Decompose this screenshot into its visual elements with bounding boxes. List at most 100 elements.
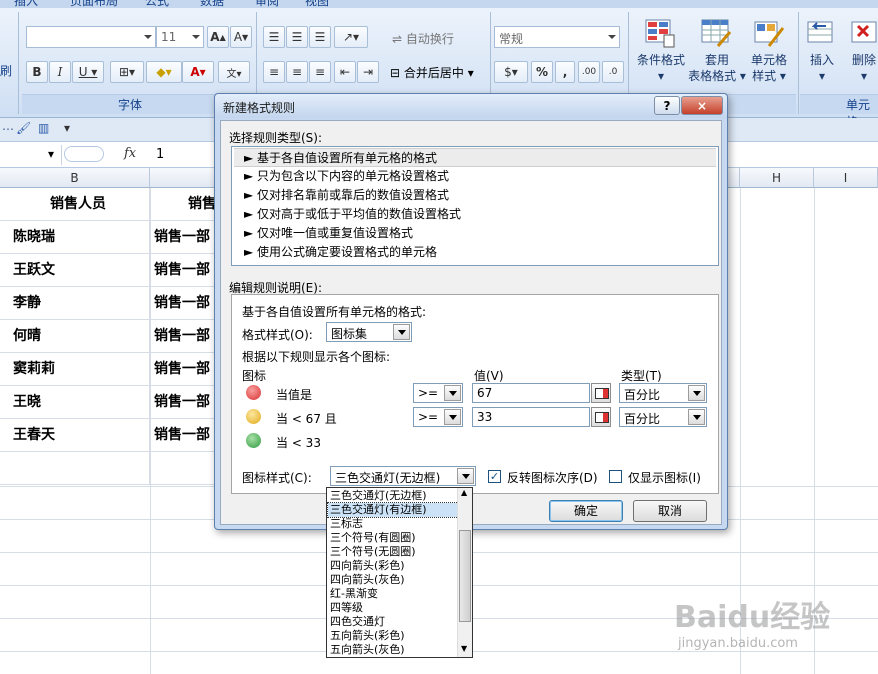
align-left-button[interactable]: ≡ — [263, 61, 285, 83]
insert-cells-button[interactable]: 插入 ▾ — [804, 52, 840, 84]
dropdown-scrollbar[interactable]: ▲ ▼ — [457, 488, 472, 657]
number-format-combo[interactable]: 常规 — [494, 26, 620, 48]
formula-value[interactable]: 1 — [156, 147, 164, 162]
rule-type-list[interactable]: ► 基于各自值设置所有单元格的格式 ► 只为包含以下内容的单元格设置格式 ► 仅… — [231, 146, 719, 266]
format-painter-label[interactable]: 刷 — [0, 62, 12, 79]
chevron-down-icon[interactable] — [393, 324, 410, 340]
decrease-decimal-button[interactable]: .0 — [602, 61, 624, 83]
dropdown-item[interactable]: 四色交通灯 — [328, 615, 458, 629]
align-bottom-button[interactable]: ☰ — [309, 26, 331, 48]
align-middle-button[interactable]: ☰ — [286, 26, 308, 48]
dialog-titlebar[interactable]: 新建格式规则 ? × — [215, 94, 727, 118]
rule-type-item[interactable]: ► 使用公式确定要设置格式的单元格 — [234, 243, 716, 262]
rule1-value-input[interactable]: 67 — [472, 383, 590, 403]
dropdown-item[interactable]: 三个符号(无圆圈) — [328, 545, 458, 559]
icon-style-dropdown-list[interactable]: 三色交通灯(无边框) 三色交通灯(有边框) 三标志 三个符号(有圆圈) 三个符号… — [326, 487, 473, 658]
font-size-combo[interactable]: 11 — [156, 26, 204, 48]
delete-cells-button[interactable]: 删除 ▾ — [846, 52, 878, 84]
icon-style-select[interactable]: 三色交通灯(无边框) — [330, 466, 476, 486]
grow-font-button[interactable]: A ▲ — [207, 26, 229, 48]
dropdown-item[interactable]: 四向箭头(彩色) — [328, 559, 458, 573]
phonetic-button[interactable]: 文▾ — [218, 61, 250, 83]
rule2-value-input[interactable]: 33 — [472, 407, 590, 427]
dropdown-item[interactable]: 三色交通灯(无边框) — [328, 489, 458, 503]
comma-button[interactable]: , — [555, 61, 575, 83]
wrap-text-button[interactable]: ⇌ 自动换行 — [392, 30, 454, 47]
orientation-button[interactable]: ↗▾ — [334, 26, 368, 48]
rule-type-item[interactable]: ► 基于各自值设置所有单元格的格式 — [234, 148, 716, 167]
rule-type-item[interactable]: ► 只为包含以下内容的单元格设置格式 — [234, 167, 716, 186]
rule-type-item[interactable]: ► 仅对唯一值或重复值设置格式 — [234, 224, 716, 243]
dropdown-item[interactable]: 四等级 — [328, 601, 458, 615]
rule2-operator-select[interactable]: >= — [413, 407, 463, 427]
rule-type-item[interactable]: ► 仅对排名靠前或靠后的数值设置格式 — [234, 186, 716, 205]
dropdown-item[interactable]: 三标志 — [328, 517, 458, 531]
chevron-down-icon[interactable] — [688, 409, 705, 425]
rule1-operator-select[interactable]: >= — [413, 383, 463, 403]
decrease-indent-button[interactable]: ⇤ — [334, 61, 356, 83]
scroll-down-icon[interactable]: ▼ — [461, 644, 467, 653]
tab-review[interactable]: 审阅 — [255, 0, 279, 8]
cancel-button[interactable]: 取消 — [633, 500, 707, 522]
ok-button[interactable]: 确定 — [549, 500, 623, 522]
table-cell-name[interactable]: 窦莉莉 — [0, 353, 150, 386]
table-format-button[interactable]: 套用 表格格式 ▾ — [686, 52, 748, 84]
customize-toolbar-icon[interactable]: ▾ — [64, 121, 70, 135]
italic-button[interactable]: I — [49, 61, 71, 83]
name-box-dropdown-icon[interactable]: ▾ — [48, 147, 54, 161]
font-family-combo[interactable] — [26, 26, 156, 48]
help-button[interactable]: ? — [654, 96, 680, 115]
table-cell-empty[interactable] — [0, 452, 150, 485]
merge-center-button[interactable]: ⊟ 合并后居中 ▾ — [390, 64, 474, 81]
chevron-down-icon[interactable] — [444, 409, 461, 425]
underline-button[interactable]: U ▾ — [72, 61, 104, 83]
accounting-button[interactable]: $▾ — [494, 61, 528, 83]
close-button[interactable]: × — [681, 96, 723, 115]
header-cell-salesperson[interactable]: 销售人员 — [0, 188, 150, 221]
name-box[interactable]: ▾ — [0, 145, 62, 165]
align-top-button[interactable]: ☰ — [263, 26, 285, 48]
chevron-down-icon[interactable] — [444, 385, 461, 401]
dropdown-item[interactable]: 三个符号(有圆圈) — [328, 531, 458, 545]
chevron-down-icon[interactable] — [457, 468, 474, 484]
table-cell-name[interactable]: 何晴 — [0, 320, 150, 353]
rule2-type-select[interactable]: 百分比 — [619, 407, 707, 427]
border-button[interactable]: ⊞▾ — [110, 61, 144, 83]
chart-icon[interactable]: ▥ — [38, 121, 49, 135]
dropdown-item[interactable]: 四向箭头(灰色) — [328, 573, 458, 587]
rule-type-item[interactable]: ► 仅对高于或低于平均值的数值设置格式 — [234, 205, 716, 224]
column-header-i[interactable]: I — [814, 168, 878, 188]
scroll-up-icon[interactable]: ▲ — [461, 488, 467, 497]
table-cell-name[interactable]: 王跃文 — [0, 254, 150, 287]
fill-color-button[interactable]: ◆▾ — [146, 61, 182, 83]
column-header-h[interactable]: H — [740, 168, 814, 188]
formula-resize-handle[interactable] — [64, 146, 104, 162]
table-cell-name[interactable]: 王春天 — [0, 419, 150, 452]
conditional-format-button[interactable]: 条件格式 ▾ — [630, 52, 692, 84]
tab-formulas[interactable]: 公式 — [145, 0, 169, 8]
reverse-order-checkbox[interactable]: ✓ — [488, 470, 501, 483]
scrollbar-thumb[interactable] — [459, 530, 471, 622]
rule1-type-select[interactable]: 百分比 — [619, 383, 707, 403]
dropdown-item[interactable]: 五向箭头(彩色) — [328, 629, 458, 643]
fx-icon[interactable]: fx — [124, 146, 136, 161]
tab-page-layout[interactable]: 页面布局 — [70, 0, 118, 8]
chevron-down-icon[interactable] — [688, 385, 705, 401]
table-cell-name[interactable]: 陈晓瑞 — [0, 221, 150, 254]
rule1-range-picker-icon[interactable] — [591, 383, 611, 403]
tab-view[interactable]: 视图 — [305, 0, 329, 8]
dropdown-item[interactable]: 五向箭头(灰色) — [328, 643, 458, 657]
dropdown-item[interactable]: 红-黑渐变 — [328, 587, 458, 601]
cell-style-button[interactable]: 单元格 样式 ▾ — [744, 52, 794, 84]
align-right-button[interactable]: ≡ — [309, 61, 331, 83]
tab-data[interactable]: 数据 — [200, 0, 224, 8]
percent-button[interactable]: % — [531, 61, 553, 83]
increase-indent-button[interactable]: ⇥ — [357, 61, 379, 83]
rule2-range-picker-icon[interactable] — [591, 407, 611, 427]
table-cell-name[interactable]: 王晓 — [0, 386, 150, 419]
format-painter-icon[interactable]: 🖌 — [16, 121, 31, 135]
table-cell-name[interactable]: 李静 — [0, 287, 150, 320]
column-header-b[interactable]: B — [0, 168, 150, 188]
dropdown-item-highlighted[interactable]: 三色交通灯(有边框) — [327, 502, 459, 518]
align-center-button[interactable]: ≡ — [286, 61, 308, 83]
